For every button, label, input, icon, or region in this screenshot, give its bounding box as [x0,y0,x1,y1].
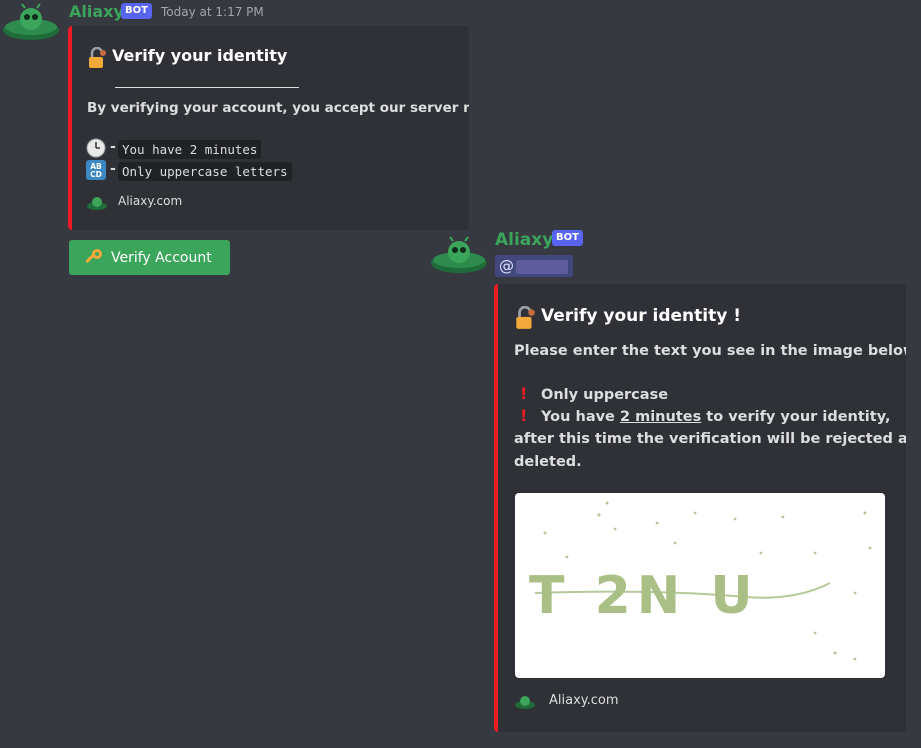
bot-badge: BOT [121,3,152,19]
exclamation-icon: ! [520,384,528,403]
footer-logo-icon [514,694,536,709]
verify-account-button[interactable]: Verify Account [69,240,230,275]
bot-badge: BOT [552,230,583,246]
user-mention[interactable]: @ [495,255,573,277]
embed-accent-bar [494,284,498,732]
redacted-username [516,259,568,274]
embed-description: Please enter the text you see in the ima… [514,343,906,359]
lock-icon [86,46,108,69]
captcha-text: T 2N U [529,566,759,626]
lock-icon [513,305,537,330]
captcha-embed: Verify your identity ! Please enter the … [494,284,906,732]
embed-footer-text: Aliaxy.com [549,693,619,708]
notice-deleted: deleted. [514,454,582,470]
verify-embed: Verify your identity By verifying your a… [68,26,469,230]
embed-title: Verify your identity [112,46,288,65]
key-icon [83,248,103,268]
verify-account-label: Verify Account [111,249,212,266]
uppercase-item: Only uppercase letters [118,162,292,181]
bot-username[interactable]: Aliaxy [495,230,553,250]
embed-title: Verify your identity ! [541,306,741,326]
message-timestamp: Today at 1:17 PM [161,5,264,19]
item-dash: - [110,139,116,155]
svg-text:CD: CD [90,170,102,179]
notice-uppercase: Only uppercase [541,387,669,403]
embed-divider [115,87,299,88]
notice-time-link: 2 minutes [619,409,702,425]
footer-logo-icon [86,195,108,210]
notice-time: You have 2 minutes to verify your identi… [541,409,891,425]
embed-footer-text: Aliaxy.com [118,194,183,208]
notice-time-suffix: to verify your identity, [701,409,891,425]
bot-username[interactable]: Aliaxy [69,2,124,21]
bot-avatar[interactable] [2,2,60,42]
time-limit-item: You have 2 minutes [118,140,262,159]
rules-text: By verifying your account, you accept ou… [87,100,469,116]
item-dash: - [110,161,116,177]
bot-avatar[interactable] [430,235,488,275]
notice-rejected: after this time the verification will be… [514,431,906,447]
notice-time-prefix: You have [541,409,620,425]
mention-at: @ [499,257,514,275]
embed-accent-bar [68,26,72,230]
captcha-image: T 2N U [515,493,885,678]
abcd-icon: AB CD [86,160,106,180]
exclamation-icon: ! [520,406,528,425]
clock-icon [86,138,106,158]
